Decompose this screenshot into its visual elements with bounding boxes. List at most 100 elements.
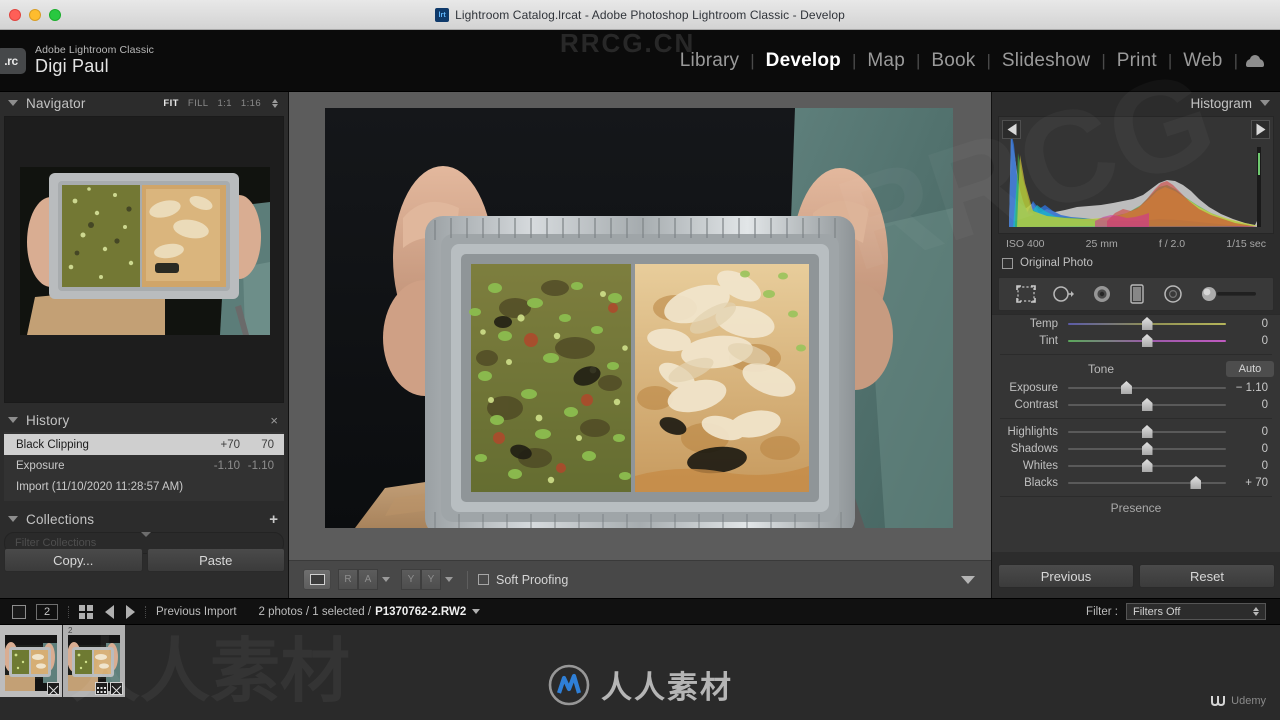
history-header[interactable]: History × (0, 409, 288, 431)
radial-filter-icon[interactable] (1161, 284, 1185, 304)
graduated-filter-icon[interactable] (1128, 283, 1146, 305)
filmstrip-view-toggle[interactable] (12, 604, 26, 619)
filename-dropdown-icon[interactable] (472, 609, 481, 614)
paste-button[interactable]: Paste (146, 548, 285, 572)
grid-view-icon[interactable] (79, 604, 93, 619)
develop-badge-icon[interactable] (110, 682, 123, 696)
collections-header[interactable]: Collections + (0, 508, 288, 530)
highlights-slider[interactable] (1068, 425, 1226, 438)
slider-row-tint: Tint 0 (992, 332, 1280, 349)
shadow-clipping-indicator[interactable] (1002, 120, 1021, 139)
module-print[interactable]: Print (1106, 50, 1168, 72)
workspace: Navigator FIT FILL 1:1 1:16 History × Bl… (0, 92, 1280, 598)
history-close-icon[interactable]: × (270, 413, 278, 428)
before-after-dropdown-icon[interactable] (382, 577, 390, 582)
history-list: Black Clipping +70 70 Exposure -1.10 -1.… (4, 432, 284, 501)
whites-slider[interactable] (1068, 459, 1226, 472)
history-row[interactable]: Black Clipping +70 70 (4, 434, 284, 455)
main-photo-canvas[interactable] (325, 108, 953, 528)
window-title-area: lrt Lightroom Catalog.lrcat - Adobe Phot… (0, 0, 1280, 30)
zoom-1-1-option[interactable]: 1:1 (217, 98, 231, 109)
filmstrip-thumbnail[interactable]: 2 (63, 625, 125, 697)
loupe-view-button[interactable] (303, 569, 331, 590)
yy-right-button[interactable]: Y (421, 569, 441, 590)
history-row[interactable]: Import (11/10/2020 11:28:57 AM) (4, 476, 284, 497)
collapse-triangle-icon[interactable] (1260, 100, 1270, 106)
zoom-fill-option[interactable]: FILL (188, 98, 209, 109)
history-step-name: Exposure (16, 459, 65, 472)
spot-removal-icon[interactable] (1052, 284, 1076, 304)
contrast-value[interactable]: 0 (1226, 399, 1268, 411)
adjustment-brush-icon[interactable] (1200, 285, 1258, 303)
module-develop[interactable]: Develop (755, 50, 852, 72)
navigator-title: Navigator (26, 95, 86, 111)
panel-resize-triangle-icon[interactable] (141, 532, 151, 537)
crop-overlay-icon[interactable] (1015, 284, 1037, 304)
history-row[interactable]: Exposure -1.10 -1.10 (4, 455, 284, 476)
filter-stepper-icon[interactable] (1253, 607, 1259, 616)
exposure-value[interactable]: − 1.10 (1226, 382, 1268, 394)
identity-plate[interactable]: .rc Adobe Lightroom Classic Digi Paul (0, 44, 154, 77)
shadows-slider[interactable] (1068, 442, 1226, 455)
collapse-triangle-icon[interactable] (8, 417, 18, 423)
highlight-clipping-indicator[interactable] (1251, 120, 1270, 139)
navigator-header[interactable]: Navigator FIT FILL 1:1 1:16 (0, 92, 288, 114)
auto-tone-button[interactable]: Auto (1226, 361, 1274, 377)
grid-badge-icon[interactable] (95, 682, 108, 695)
histogram-graph[interactable] (998, 116, 1274, 234)
develop-toolbar: R A Y Y Soft Proofing (289, 560, 991, 598)
blacks-value[interactable]: + 70 (1226, 477, 1268, 489)
history-step-name: Black Clipping (16, 438, 89, 451)
shadows-value[interactable]: 0 (1226, 443, 1268, 455)
before-view-button[interactable]: R (338, 569, 358, 590)
original-photo-row[interactable]: Original Photo (1002, 257, 1280, 269)
exposure-slider[interactable] (1068, 381, 1226, 394)
previous-button[interactable]: Previous (998, 564, 1134, 588)
yy-dropdown-icon[interactable] (445, 577, 453, 582)
go-back-icon[interactable] (105, 604, 114, 619)
filmstrip-thumbnail[interactable] (0, 625, 62, 697)
collapse-triangle-icon[interactable] (8, 100, 18, 106)
zoom-stepper-icon[interactable] (272, 98, 278, 108)
cloud-sync-icon[interactable] (1244, 53, 1266, 69)
module-book[interactable]: Book (920, 50, 986, 72)
tint-slider[interactable] (1068, 334, 1226, 347)
bar-divider (145, 605, 146, 618)
tint-value[interactable]: 0 (1226, 335, 1268, 347)
reset-button[interactable]: Reset (1139, 564, 1275, 588)
blacks-slider[interactable] (1068, 476, 1226, 489)
after-view-button[interactable]: A (358, 569, 378, 590)
filmstrip-bar: 2 Previous Import 2 photos / 1 selected … (0, 598, 1280, 624)
red-eye-icon[interactable] (1091, 284, 1113, 304)
navigator-preview[interactable] (4, 116, 284, 403)
module-library[interactable]: Library (669, 50, 750, 72)
yy-left-button[interactable]: Y (401, 569, 421, 590)
filter-select[interactable]: Filters Off (1126, 603, 1266, 620)
copy-button[interactable]: Copy... (4, 548, 143, 572)
soft-proofing-checkbox[interactable] (478, 574, 489, 585)
module-map[interactable]: Map (856, 50, 916, 72)
temp-slider[interactable] (1068, 317, 1226, 330)
module-web[interactable]: Web (1172, 50, 1233, 72)
contrast-slider[interactable] (1068, 398, 1226, 411)
history-step-delta: -1.10 (213, 459, 240, 472)
zoom-1-16-option[interactable]: 1:16 (241, 98, 261, 109)
go-forward-icon[interactable] (126, 604, 135, 619)
slider-row-whites: Whites 0 (992, 457, 1280, 474)
add-collection-icon[interactable]: + (269, 511, 278, 528)
source-label[interactable]: Previous Import (156, 606, 237, 618)
histogram-header[interactable]: Histogram (992, 92, 1280, 114)
toolbar-hide-icon[interactable] (961, 575, 975, 584)
zoom-fit-option[interactable]: FIT (163, 98, 178, 109)
original-photo-checkbox[interactable] (1002, 257, 1013, 269)
whites-value[interactable]: 0 (1226, 460, 1268, 472)
develop-badge-icon[interactable] (47, 682, 60, 696)
temp-label: Temp (1029, 317, 1058, 330)
highlights-value[interactable]: 0 (1226, 426, 1268, 438)
current-filename[interactable]: P1370762-2.RW2 (375, 606, 466, 618)
temp-value[interactable]: 0 (1226, 318, 1268, 330)
module-slideshow[interactable]: Slideshow (991, 50, 1101, 72)
collapse-triangle-icon[interactable] (8, 516, 18, 522)
presence-label: Presence (1110, 501, 1162, 515)
slider-row-contrast: Contrast 0 (992, 396, 1280, 413)
